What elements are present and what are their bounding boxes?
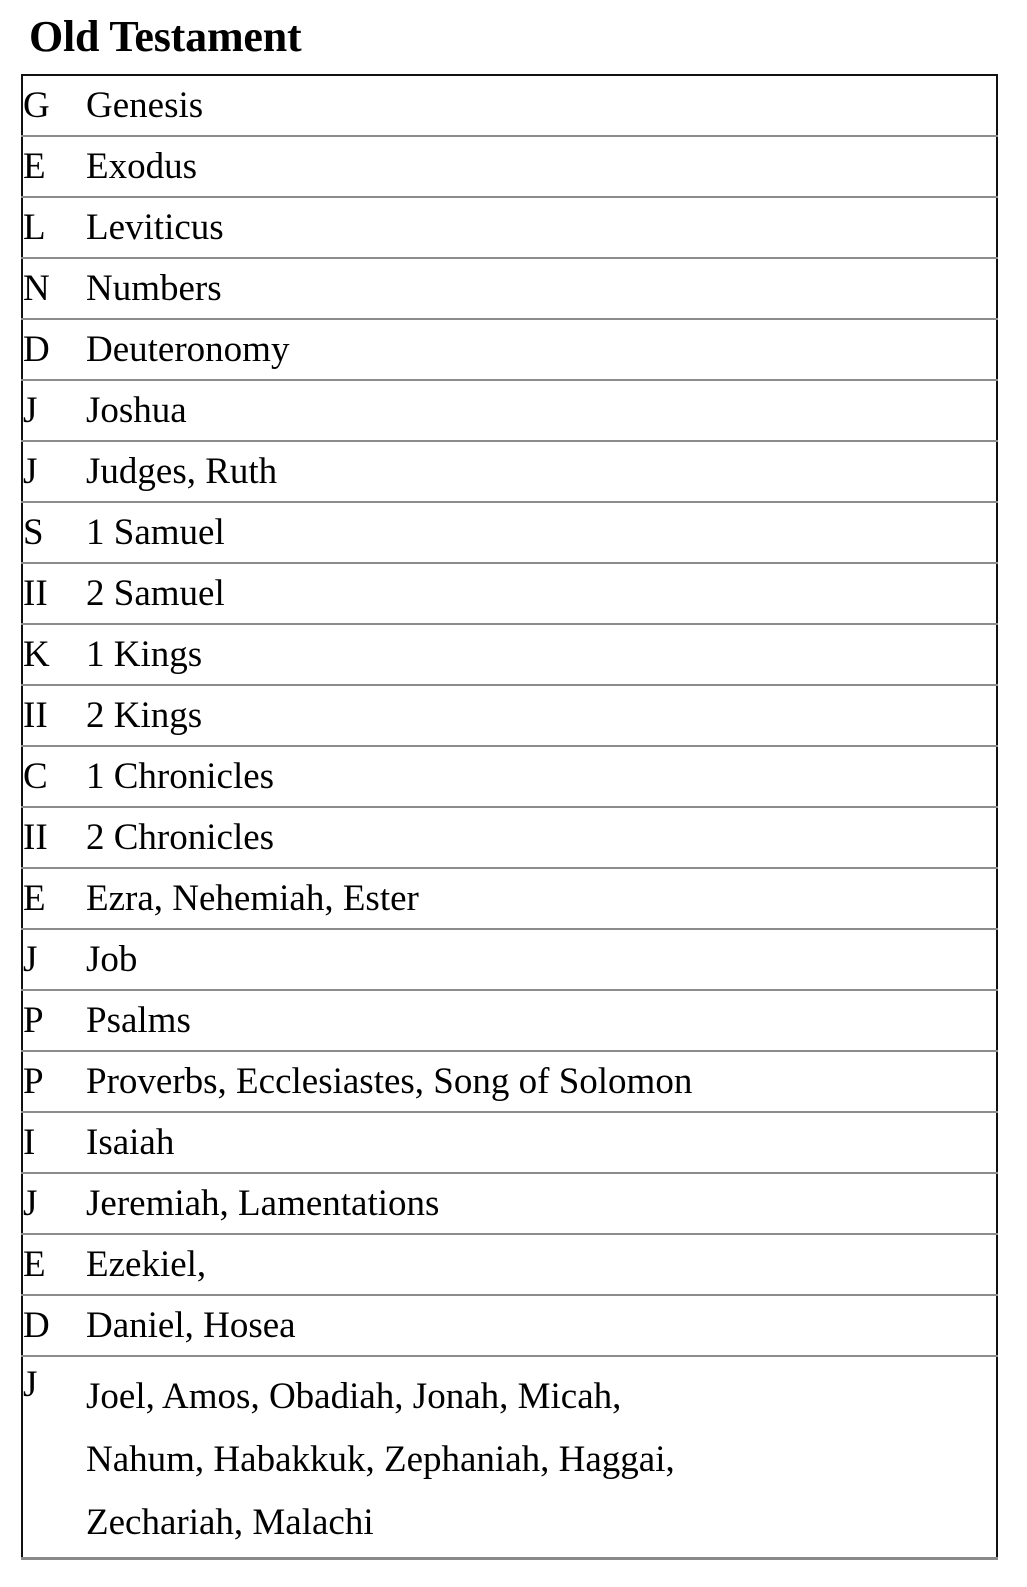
old-testament-books-table: G Genesis E Exodus L Leviticus N Numbers D Deuter… <box>21 74 998 1560</box>
table-row: S1 Samuel <box>22 502 997 564</box>
book-names-cell: Leviticus <box>86 197 997 259</box>
book-names-cell: 1 Kings <box>86 624 997 686</box>
book-names-cell: Genesis <box>86 75 997 137</box>
book-initial-cell: I <box>22 1112 86 1174</box>
book-names-cell: Numbers <box>86 258 997 320</box>
book-names-line: Zechariah, Malachi <box>86 1502 374 1543</box>
page-title: Old Testament <box>29 12 302 61</box>
book-names-cell: Ezekiel, <box>86 1234 997 1296</box>
book-names-line: Nahum, Habakkuk, Zephaniah, Haggai, <box>86 1439 675 1480</box>
book-initial-cell: E <box>22 868 86 930</box>
book-names-cell: Isaiah <box>86 1112 997 1174</box>
book-initial-cell: J <box>22 380 86 442</box>
book-names-cell: Daniel, Hosea <box>86 1295 997 1357</box>
book-initial-cell: K <box>22 624 86 686</box>
book-initial-cell: E <box>22 136 86 198</box>
table-row: G Genesis <box>22 75 997 137</box>
book-initial-cell: II <box>22 685 86 747</box>
book-initial-cell: J <box>22 441 86 503</box>
book-initial-cell: C <box>22 746 86 808</box>
table-row: P Proverbs, Ecclesiastes, Song of Solomon <box>22 1051 997 1113</box>
table-row: II 2 Chronicles <box>22 807 997 869</box>
book-names-cell: Psalms <box>86 990 997 1052</box>
table-row: II 2 Samuel <box>22 563 997 625</box>
table-row: J Joshua <box>22 380 997 442</box>
book-names-cell: 1 Chronicles <box>86 746 997 808</box>
table-row: II 2 Kings <box>22 685 997 747</box>
book-initial-cell: P <box>22 1051 86 1113</box>
table-row: I Isaiah <box>22 1112 997 1174</box>
book-names-cell: Deuteronomy <box>86 319 997 381</box>
table-row: E Ezra, Nehemiah, Ester <box>22 868 997 930</box>
book-names-cell: Joshua <box>86 380 997 442</box>
book-names-cell: Exodus <box>86 136 997 198</box>
table-row: E Ezekiel, <box>22 1234 997 1296</box>
book-names-cell: 1 Samuel <box>86 502 997 564</box>
table-body: G Genesis E Exodus L Leviticus N Numbers D Deuter… <box>22 75 997 1558</box>
book-names-cell: Job <box>86 929 997 991</box>
book-initial-cell: II <box>22 563 86 625</box>
table-row: C1 Chronicles <box>22 746 997 808</box>
table-row: J Job <box>22 929 997 991</box>
book-names-cell: Proverbs, Ecclesiastes, Song of Solomon <box>86 1051 997 1113</box>
book-initial-cell: J <box>23 1364 38 1405</box>
book-initial-cell: II <box>22 807 86 869</box>
book-names-cell: Ezra, Nehemiah, Ester <box>86 868 997 930</box>
book-initial-cell: N <box>22 258 86 320</box>
book-names-cell: Joel, Amos, Obadiah, Jonah, Micah, Nahum,… <box>86 1356 997 1558</box>
table-row: J Jeremiah, Lamentations <box>22 1173 997 1235</box>
table-row: E Exodus <box>22 136 997 198</box>
book-initial-cell: E <box>22 1234 86 1296</box>
book-initial-cell: J <box>22 1173 86 1235</box>
book-initial-cell: S <box>22 502 86 564</box>
table-row: D Daniel, Hosea <box>22 1295 997 1357</box>
book-names-cell: Jeremiah, Lamentations <box>86 1173 997 1235</box>
table-row: L Leviticus <box>22 197 997 259</box>
book-initial-cell: P <box>22 990 86 1052</box>
book-initial-cell: J <box>22 929 86 991</box>
document-page: Old Testament G Genesis E Exodus L Leviticus N… <box>0 0 1027 1587</box>
book-initial-cell: G <box>22 75 86 137</box>
book-names-cell: 2 Samuel <box>86 563 997 625</box>
table-row: N Numbers <box>22 258 997 320</box>
book-names-cell: 2 Chronicles <box>86 807 997 869</box>
table-row: P Psalms <box>22 990 997 1052</box>
book-initial-cell: L <box>22 197 86 259</box>
book-initial-cell: D <box>22 319 86 381</box>
book-names-line: Joel, Amos, Obadiah, Jonah, Micah, <box>86 1376 622 1417</box>
table-row: J Joel, Amos, Obadiah, Jonah, Micah, Nahum… <box>22 1356 997 1558</box>
table-row: K1 Kings <box>22 624 997 686</box>
table-row: D Deuteronomy <box>22 319 997 381</box>
book-initial-cell: D <box>22 1295 86 1357</box>
book-names-cell: Judges, Ruth <box>86 441 997 503</box>
book-names-cell: 2 Kings <box>86 685 997 747</box>
table-row: J Judges, Ruth <box>22 441 997 503</box>
